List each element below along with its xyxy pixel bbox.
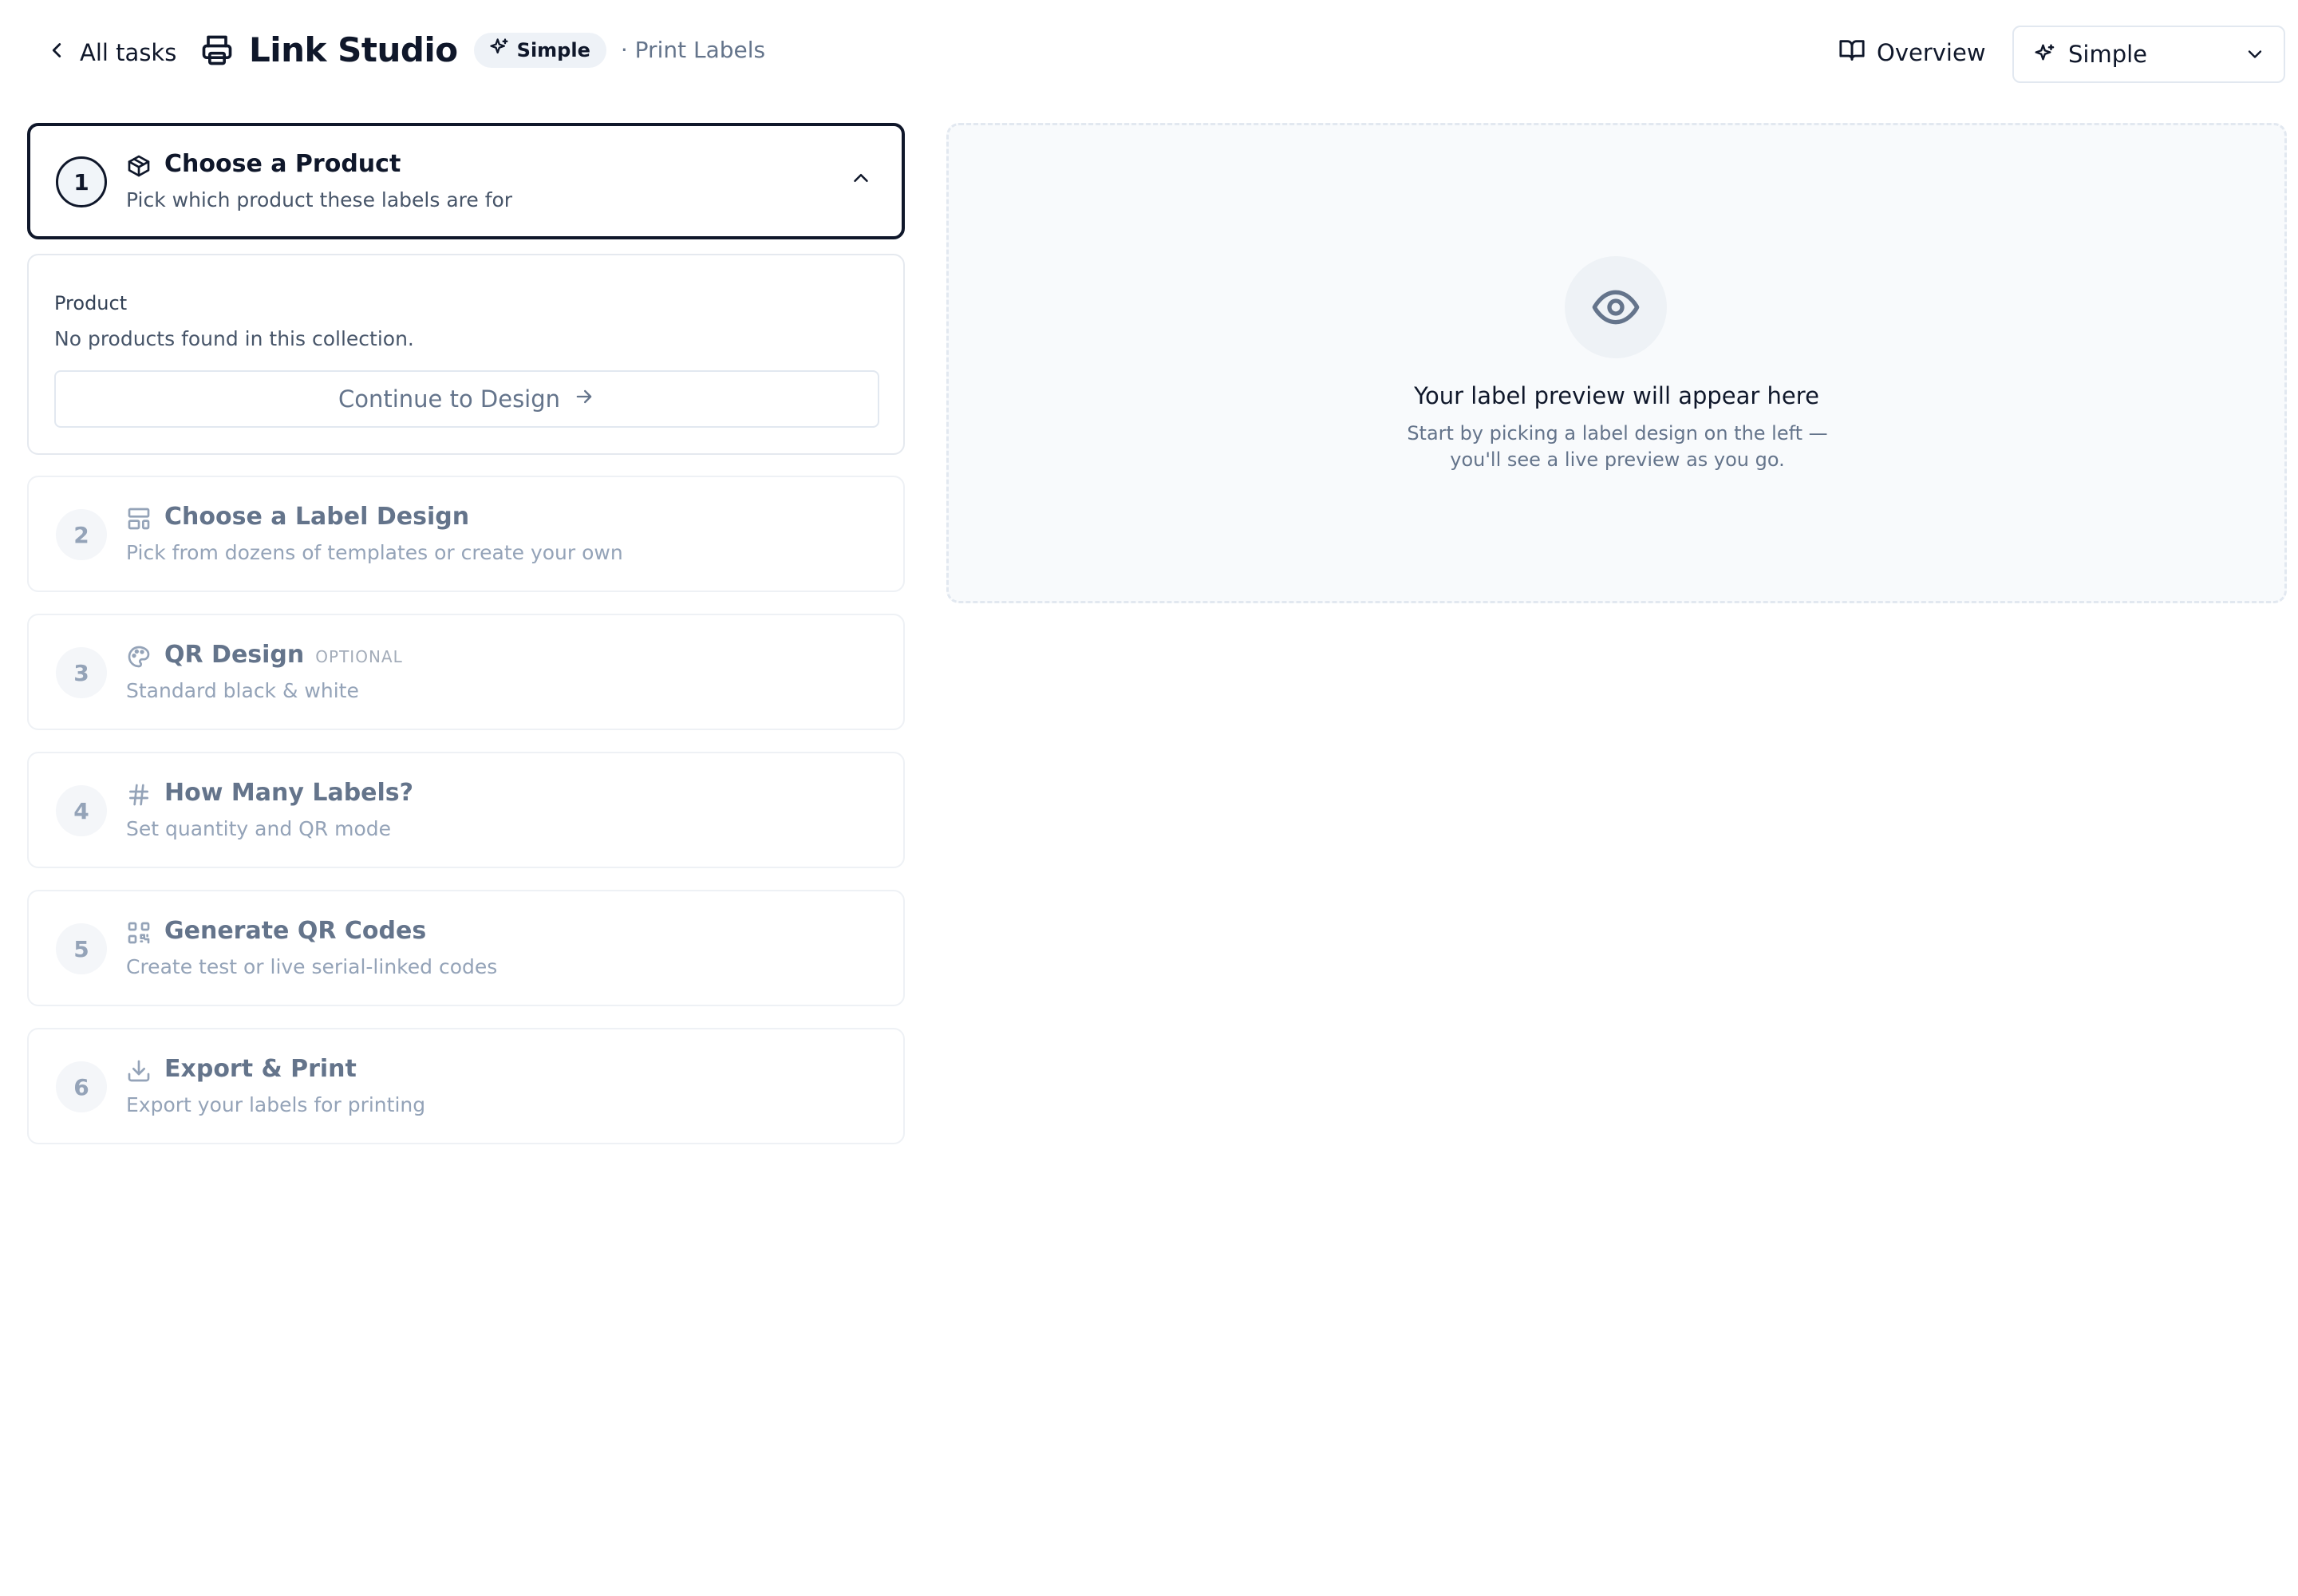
sparkles-icon	[2033, 42, 2057, 66]
step-number: 2	[56, 509, 107, 560]
download-icon	[126, 1058, 152, 1084]
package-icon	[126, 153, 152, 179]
mode-badge-label: Simple	[516, 38, 590, 61]
product-panel: Product No products found in this collec…	[27, 254, 905, 455]
optional-tag: OPTIONAL	[315, 647, 403, 666]
continue-to-design-button[interactable]: Continue to Design	[54, 370, 879, 428]
printer-icon	[199, 33, 235, 68]
app-brand: Link Studio Simple · Print Labels	[199, 30, 765, 69]
step-title: Export & Print	[164, 1055, 357, 1083]
back-to-tasks-link[interactable]: All tasks	[45, 35, 176, 70]
hash-icon	[126, 782, 152, 808]
step-number: 4	[56, 785, 107, 836]
step-number: 3	[56, 647, 107, 698]
palette-icon	[126, 644, 152, 670]
label-preview-panel: Your label preview will appear here Star…	[946, 123, 2287, 603]
book-open-icon	[1838, 37, 1866, 69]
step-number: 5	[56, 923, 107, 974]
step-description: Standard black & white	[126, 679, 359, 702]
overview-label: Overview	[1877, 39, 1986, 66]
chevron-down-icon	[2244, 43, 2266, 65]
step-choose-label-design[interactable]: 2 Choose a Label Design Pick from dozens…	[27, 476, 905, 592]
step-title: Choose a Label Design	[164, 503, 470, 531]
breadcrumb: · Print Labels	[620, 37, 766, 63]
top-bar: All tasks Link Studio Simple · Print Lab…	[0, 0, 2298, 104]
product-field-label: Product	[54, 292, 128, 314]
chevron-up-icon[interactable]	[849, 166, 873, 190]
step-description: Set quantity and QR mode	[126, 817, 392, 840]
step-how-many-labels[interactable]: 4 How Many Labels? Set quantity and QR m…	[27, 752, 905, 868]
mode-badge: Simple	[473, 32, 606, 68]
step-description: Pick which product these labels are for	[126, 188, 513, 211]
step-title: Generate QR Codes	[164, 917, 427, 945]
qr-code-icon	[126, 920, 152, 946]
preview-description: Start by picking a label design on the l…	[1407, 422, 1828, 471]
step-title: How Many Labels?	[164, 779, 414, 807]
mode-select-value: Simple	[2068, 41, 2148, 68]
step-choose-product[interactable]: 1 Choose a Product Pick which product th…	[27, 123, 905, 239]
step-description: Create test or live serial-linked codes	[126, 955, 498, 978]
step-qr-design[interactable]: 3 QR Design OPTIONAL Standard black & whi…	[27, 614, 905, 730]
layout-template-icon	[126, 506, 152, 531]
step-export-print[interactable]: 6 Export & Print Export your labels for …	[27, 1028, 905, 1144]
step-number: 1	[56, 156, 107, 207]
overview-button[interactable]: Overview	[1838, 35, 1986, 70]
continue-label: Continue to Design	[338, 385, 561, 413]
arrow-right-icon	[573, 385, 595, 413]
preview-title: Your label preview will appear here	[1414, 382, 1819, 409]
step-number: 6	[56, 1061, 107, 1112]
step-title: Choose a Product	[164, 150, 401, 178]
chevron-left-icon	[45, 38, 69, 68]
app-title: Link Studio	[249, 30, 458, 69]
eye-icon	[1565, 256, 1667, 358]
step-title: QR Design OPTIONAL	[164, 641, 403, 669]
step-title-text: QR Design	[164, 641, 305, 669]
product-empty-message: No products found in this collection.	[54, 327, 414, 350]
sparkles-icon	[488, 37, 511, 64]
step-description: Pick from dozens of templates or create …	[126, 541, 623, 564]
mode-select[interactable]: Simple	[2012, 26, 2285, 83]
back-label: All tasks	[80, 39, 177, 66]
step-description: Export your labels for printing	[126, 1093, 426, 1116]
step-generate-qr-codes[interactable]: 5 Generate QR Codes Create test or live …	[27, 890, 905, 1006]
